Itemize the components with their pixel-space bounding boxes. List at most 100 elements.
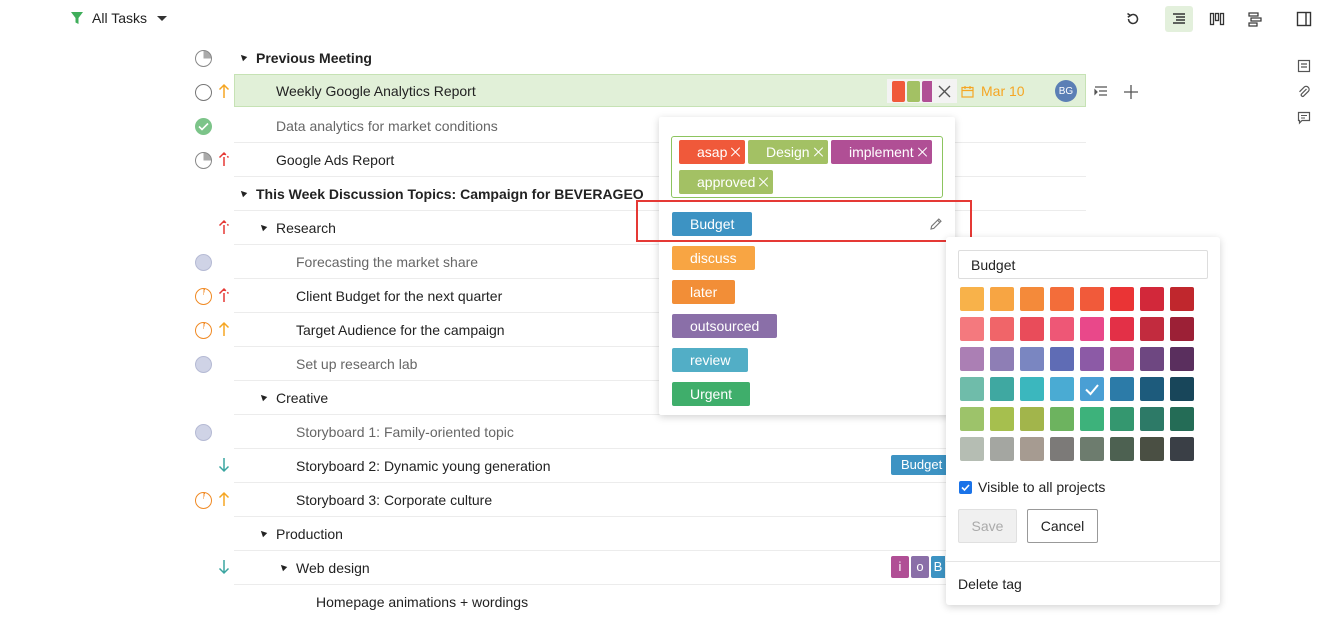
color-swatch[interactable]	[1050, 377, 1074, 401]
collapse-caret-icon[interactable]	[278, 562, 288, 572]
color-swatch[interactable]	[1110, 347, 1134, 371]
remove-tag-icon[interactable]	[759, 177, 769, 187]
applied-tag-asap[interactable]: asap	[679, 140, 746, 164]
section-row[interactable]: Previous Meeting	[234, 41, 1086, 75]
refresh-button[interactable]	[1119, 6, 1147, 32]
color-swatch[interactable]	[1050, 347, 1074, 371]
color-swatch[interactable]	[1020, 437, 1044, 461]
row-tag[interactable]: B	[931, 556, 945, 578]
color-swatch[interactable]	[1020, 377, 1044, 401]
color-swatch[interactable]	[1110, 377, 1134, 401]
tag-option-later[interactable]: later	[672, 280, 736, 304]
due-date[interactable]: Mar 10	[981, 83, 1025, 99]
status-in-progress-icon[interactable]	[195, 288, 212, 305]
comments-button[interactable]	[1296, 110, 1312, 126]
color-swatch[interactable]	[1050, 407, 1074, 431]
color-swatch[interactable]	[1050, 287, 1074, 311]
remove-tag-icon[interactable]	[918, 147, 928, 157]
color-swatch[interactable]	[1140, 287, 1164, 311]
status-in-progress-icon[interactable]	[195, 492, 212, 509]
tag-option-urgent[interactable]: Urgent	[672, 382, 751, 406]
status-icon[interactable]	[195, 356, 212, 373]
color-swatch[interactable]	[960, 377, 984, 401]
color-swatch[interactable]	[1140, 317, 1164, 341]
collapse-caret-icon[interactable]	[238, 188, 248, 198]
color-swatch[interactable]	[1170, 317, 1194, 341]
collapse-caret-icon[interactable]	[258, 222, 268, 232]
status-half-icon[interactable]	[195, 152, 212, 169]
color-swatch[interactable]	[1140, 437, 1164, 461]
status-open-icon[interactable]	[195, 84, 212, 101]
collapse-caret-icon[interactable]	[258, 392, 268, 402]
color-swatch[interactable]	[990, 347, 1014, 371]
list-view-button[interactable]	[1165, 6, 1193, 32]
color-swatch[interactable]	[1020, 287, 1044, 311]
avatar[interactable]: BG	[1055, 80, 1077, 102]
toggle-panel-button[interactable]	[1290, 6, 1318, 32]
filter-dropdown[interactable]: All Tasks	[70, 10, 167, 26]
tag-option-discuss[interactable]: discuss	[672, 246, 755, 270]
board-view-button[interactable]	[1203, 6, 1231, 32]
remove-tag-icon[interactable]	[731, 147, 741, 157]
gantt-view-button[interactable]	[1241, 6, 1269, 32]
color-swatch[interactable]	[1170, 437, 1194, 461]
color-swatch[interactable]	[1050, 437, 1074, 461]
cancel-button[interactable]: Cancel	[1027, 509, 1098, 543]
subtask-icon[interactable]	[1094, 85, 1109, 99]
color-swatch[interactable]	[1110, 287, 1134, 311]
color-swatch[interactable]	[990, 377, 1014, 401]
color-swatch[interactable]	[990, 437, 1014, 461]
color-swatch[interactable]	[1140, 347, 1164, 371]
applied-tag-approved[interactable]: approved	[679, 170, 774, 194]
color-swatch[interactable]	[1080, 437, 1104, 461]
row-tag[interactable]: o	[911, 556, 929, 578]
tag-option-outsourced[interactable]: outsourced	[672, 314, 778, 338]
status-done-icon[interactable]	[195, 118, 212, 135]
color-swatch[interactable]	[1170, 407, 1194, 431]
color-swatch[interactable]	[960, 347, 984, 371]
tag-option-review[interactable]: review	[672, 348, 749, 372]
tag-name-input[interactable]	[958, 250, 1208, 279]
save-button[interactable]: Save	[958, 509, 1017, 543]
color-swatch[interactable]	[1140, 407, 1164, 431]
applied-tag-implement[interactable]: implement	[831, 140, 932, 164]
color-swatch[interactable]	[1020, 347, 1044, 371]
color-swatch[interactable]	[1110, 437, 1134, 461]
close-icon[interactable]	[938, 85, 951, 98]
notes-button[interactable]	[1296, 58, 1312, 74]
color-swatch[interactable]	[1080, 287, 1104, 311]
tag-strip[interactable]	[887, 79, 957, 103]
row-tag-budget[interactable]: Budget	[891, 455, 953, 475]
status-half-icon[interactable]	[195, 50, 212, 67]
color-swatch[interactable]	[1020, 317, 1044, 341]
remove-tag-icon[interactable]	[814, 147, 824, 157]
color-swatch[interactable]	[1080, 317, 1104, 341]
color-swatch[interactable]	[1020, 407, 1044, 431]
status-icon[interactable]	[195, 424, 212, 441]
applied-tags-input[interactable]: asap Design implement approved	[671, 136, 943, 198]
color-swatch[interactable]	[960, 437, 984, 461]
color-swatch[interactable]	[1170, 377, 1194, 401]
collapse-caret-icon[interactable]	[238, 52, 248, 62]
row-tag[interactable]: i	[891, 556, 909, 578]
color-swatch[interactable]	[990, 287, 1014, 311]
color-swatch[interactable]	[1110, 407, 1134, 431]
color-swatch-selected[interactable]	[1080, 377, 1104, 401]
status-icon[interactable]	[195, 254, 212, 271]
applied-tag-design[interactable]: Design	[748, 140, 828, 164]
visible-checkbox[interactable]	[959, 481, 972, 494]
delete-tag-button[interactable]: Delete tag	[958, 576, 1022, 592]
color-swatch[interactable]	[1080, 407, 1104, 431]
color-swatch[interactable]	[1170, 347, 1194, 371]
color-swatch[interactable]	[1110, 317, 1134, 341]
color-swatch[interactable]	[960, 287, 984, 311]
color-swatch[interactable]	[1080, 347, 1104, 371]
task-row-selected[interactable]: Weekly Google Analytics Report Mar 10 BG	[234, 74, 1086, 107]
status-in-progress-icon[interactable]	[195, 322, 212, 339]
add-icon[interactable]	[1124, 85, 1138, 99]
color-swatch[interactable]	[1140, 377, 1164, 401]
color-swatch[interactable]	[990, 407, 1014, 431]
color-swatch[interactable]	[1050, 317, 1074, 341]
collapse-caret-icon[interactable]	[258, 528, 268, 538]
attachments-button[interactable]	[1296, 84, 1312, 100]
